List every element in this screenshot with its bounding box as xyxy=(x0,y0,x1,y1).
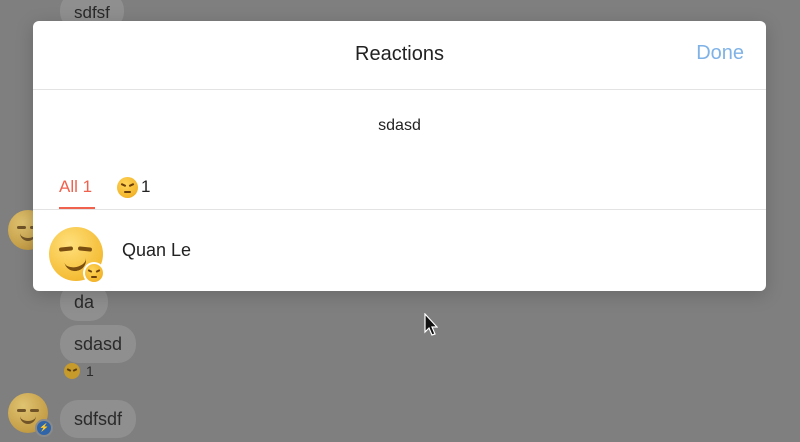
tab-angry-count: 1 xyxy=(141,177,151,196)
mouth xyxy=(91,276,97,278)
eye xyxy=(17,409,26,412)
brow xyxy=(128,182,135,187)
message-bubble: sdasd xyxy=(60,325,137,363)
reactions-modal: Reactions Done sdasd All 1 1 Quan Le xyxy=(33,21,766,291)
message-preview: sdasd xyxy=(378,117,421,134)
eye xyxy=(30,409,39,412)
angry-emoji-icon xyxy=(117,176,138,198)
mouth xyxy=(20,415,36,424)
modal-title: Reactions xyxy=(355,43,444,65)
angry-emoji-icon xyxy=(85,264,103,282)
done-button[interactable]: Done xyxy=(696,42,744,65)
mouth xyxy=(124,190,131,193)
modal-header: Reactions Done xyxy=(33,21,766,90)
tab-all-label: All 1 xyxy=(59,177,93,196)
reactor-row[interactable]: Quan Le xyxy=(33,210,766,290)
reactor-avatar xyxy=(49,227,105,284)
reactor-name: Quan Le xyxy=(122,240,192,260)
brow xyxy=(95,269,101,273)
reaction-count: 1 xyxy=(86,363,94,379)
messenger-icon: ⚡ xyxy=(35,419,53,437)
brow xyxy=(87,269,93,273)
reaction-tabs: All 1 1 xyxy=(33,166,766,210)
mouse-cursor-icon xyxy=(424,313,438,336)
eye xyxy=(58,246,74,252)
message-bubble: sdfsdf xyxy=(60,400,137,438)
tab-angry[interactable]: 1 xyxy=(117,176,150,198)
eye xyxy=(17,226,26,229)
angry-emoji-icon xyxy=(64,363,80,379)
message-reaction-summary: 1 xyxy=(64,363,94,379)
eye xyxy=(77,246,93,252)
brow xyxy=(120,182,127,187)
tab-all[interactable]: All 1 xyxy=(59,177,95,209)
reaction-badge xyxy=(83,262,105,284)
